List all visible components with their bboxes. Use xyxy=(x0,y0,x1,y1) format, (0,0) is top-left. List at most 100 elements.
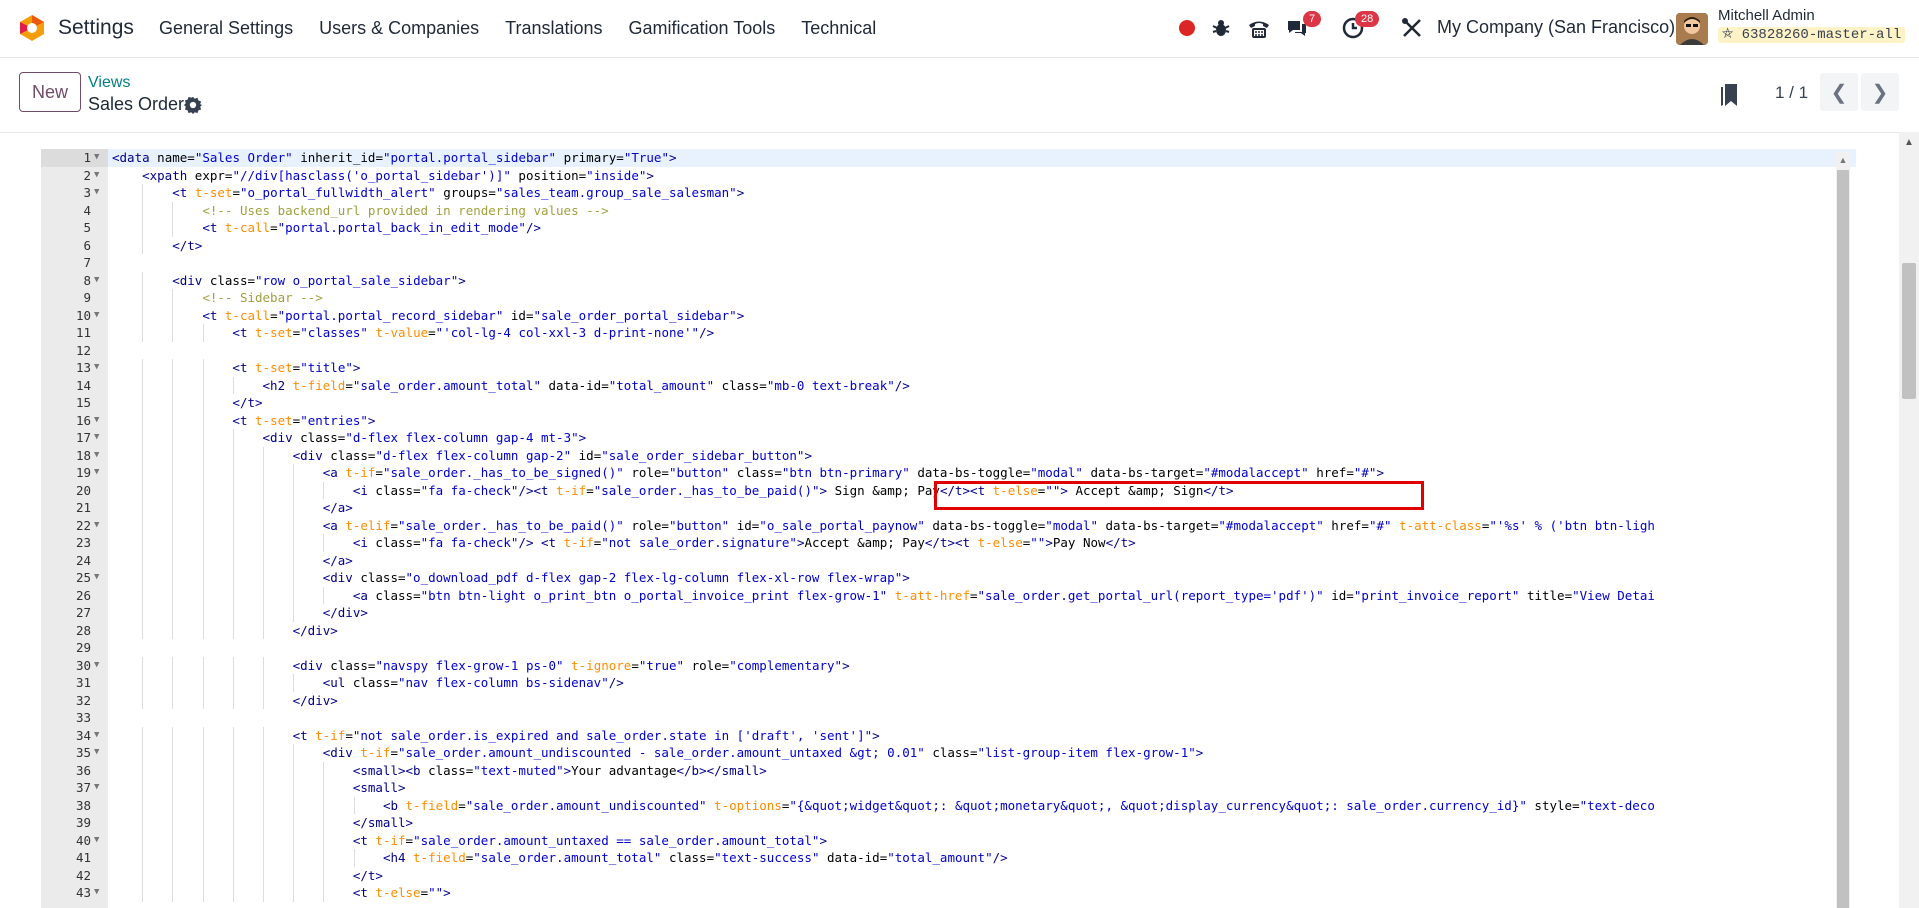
editor-scrollbar-thumb[interactable] xyxy=(1837,170,1849,908)
page-scrollbar[interactable] xyxy=(1899,132,1919,908)
code-line[interactable]: 9 <!-- Sidebar --> xyxy=(41,289,1856,307)
fold-toggle-icon[interactable]: ▼ xyxy=(94,184,99,202)
code-line[interactable]: 22 ▼ <a t-elif="sale_order._has_to_be_pai… xyxy=(41,516,1856,535)
fold-toggle-icon[interactable]: ▼ xyxy=(94,429,99,447)
recording-indicator-icon[interactable] xyxy=(1179,20,1195,36)
code-line[interactable]: 17 ▼ <div class="d-flex flex-column gap-4… xyxy=(41,429,1856,447)
code-text: <!-- Uses backend_url provided in render… xyxy=(202,202,609,218)
user-name[interactable]: Mitchell Admin xyxy=(1718,7,1815,24)
user-avatar[interactable] xyxy=(1676,13,1708,45)
page-scroll-up-icon[interactable]: ▲ xyxy=(1899,137,1919,151)
fold-toggle-icon[interactable]: ▼ xyxy=(94,517,99,535)
code-line[interactable]: 23 <i class="fa fa-check"/> <t t-if="not… xyxy=(41,534,1856,552)
fold-toggle-icon[interactable]: ▼ xyxy=(94,167,99,185)
code-line[interactable]: 13 ▼ <t t-set="title"> xyxy=(41,359,1856,377)
code-line[interactable]: 12 xyxy=(41,342,1856,360)
company-switcher[interactable]: My Company (San Francisco) xyxy=(1437,17,1675,38)
code-line[interactable]: 18 ▼ <div class="d-flex flex-column gap-2… xyxy=(41,446,1856,465)
phone-icon[interactable] xyxy=(1247,16,1271,40)
fold-toggle-icon[interactable]: ▼ xyxy=(94,447,99,465)
code-editor[interactable]: 1 ▼ <data name="Sales Order" inherit_id="p… xyxy=(41,149,1856,908)
menu-gamification-tools[interactable]: Gamification Tools xyxy=(629,18,776,39)
menu-users-companies[interactable]: Users & Companies xyxy=(319,18,479,39)
app-name[interactable]: Settings xyxy=(58,16,134,40)
code-line[interactable]: 11 <t t-set="classes" t-value="'col-lg-4… xyxy=(41,324,1856,342)
code-line[interactable]: 3 ▼ <t t-set="o_portal_fullwidth_alert" g… xyxy=(41,184,1856,202)
fold-toggle-icon[interactable]: ▼ xyxy=(94,307,99,325)
line-number: 7 xyxy=(83,255,91,270)
fold-toggle-icon[interactable]: ▼ xyxy=(94,359,99,377)
code-line[interactable]: 15 </t> xyxy=(41,394,1856,412)
code-line[interactable]: 26 <a class="btn btn-light o_print_btn o… xyxy=(41,586,1856,604)
code-line[interactable]: 29 xyxy=(41,639,1856,657)
code-line[interactable]: 28 </div> xyxy=(41,621,1856,639)
code-line[interactable]: 25 ▼ <div class="o_download_pdf d-flex ga… xyxy=(41,569,1856,587)
code-line[interactable]: 5 <t t-call="portal.portal_back_in_edit_… xyxy=(41,219,1856,237)
code-line[interactable]: 35 ▼ <div t-if="sale_order.amount_undisco… xyxy=(41,744,1856,762)
code-line[interactable]: 40 ▼ <t t-if="sale_order.amount_untaxed =… xyxy=(41,831,1856,850)
code-line[interactable]: 42 </t> xyxy=(41,866,1856,884)
menu-general-settings[interactable]: General Settings xyxy=(159,18,293,39)
line-number: 20 xyxy=(75,482,91,498)
tools-icon[interactable] xyxy=(1400,16,1424,40)
fold-toggle-icon[interactable]: ▼ xyxy=(94,727,99,745)
new-button[interactable]: New xyxy=(19,72,81,112)
line-number: 10 xyxy=(75,307,91,323)
fold-toggle-icon[interactable]: ▼ xyxy=(94,569,99,587)
fold-toggle-icon[interactable]: ▼ xyxy=(94,149,99,167)
line-number: 4 xyxy=(83,202,91,218)
line-number: 23 xyxy=(75,535,91,550)
code-line[interactable]: 39 </small> xyxy=(41,814,1856,832)
code-line[interactable]: 4 <!-- Uses backend_url provided in rend… xyxy=(41,201,1856,219)
code-line[interactable]: 14 <h2 t-field="sale_order.amount_total"… xyxy=(41,376,1856,394)
code-text: </div> xyxy=(292,692,338,708)
breadcrumb-views-link[interactable]: Views xyxy=(88,74,130,92)
code-line[interactable]: 37 ▼ <small> xyxy=(41,779,1856,797)
pager-value[interactable]: 1 / 1 xyxy=(1775,83,1808,103)
code-line[interactable]: 31 <ul class="nav flex-column bs-sidenav… xyxy=(41,674,1856,692)
fold-toggle-icon[interactable]: ▼ xyxy=(94,657,99,675)
code-line[interactable]: 19 ▼ <a t-if="sale_order._has_to_be_signe… xyxy=(41,464,1856,482)
fold-toggle-icon[interactable]: ▼ xyxy=(94,884,99,902)
code-line[interactable]: 32 </div> xyxy=(41,691,1856,709)
code-line[interactable]: 34 ▼ <t t-if="not sale_order.is_expired a… xyxy=(41,726,1856,745)
fold-toggle-icon[interactable]: ▼ xyxy=(94,412,99,430)
line-number: 13 xyxy=(75,360,91,375)
code-line[interactable]: 33 xyxy=(41,709,1856,727)
code-line[interactable]: 43 ▼ <t t-else=""> xyxy=(41,884,1856,902)
page-scrollbar-thumb[interactable] xyxy=(1902,263,1916,399)
gear-icon[interactable] xyxy=(184,96,202,114)
code-line[interactable]: 38 <b t-field="sale_order.amount_undisco… xyxy=(41,796,1856,814)
fold-toggle-icon[interactable]: ▼ xyxy=(94,779,99,797)
pager-next-button[interactable]: ❯ xyxy=(1861,73,1899,111)
line-number: 35 xyxy=(75,745,91,760)
fold-toggle-icon[interactable]: ▼ xyxy=(94,744,99,762)
pager-previous-button[interactable]: ❮ xyxy=(1820,73,1858,111)
code-text: </t> xyxy=(352,867,383,883)
fold-toggle-icon[interactable]: ▼ xyxy=(94,832,99,850)
code-line[interactable]: 2 ▼ <xpath expr="//div[hasclass('o_portal… xyxy=(41,167,1856,185)
code-text: <t t-set="classes" t-value="'col-lg-4 co… xyxy=(232,325,715,340)
code-line[interactable]: 1 ▼ <data name="Sales Order" inherit_id="p… xyxy=(41,149,1856,167)
code-line[interactable]: 27 </div> xyxy=(41,604,1856,622)
bookmark-icon[interactable] xyxy=(1719,82,1739,108)
menu-translations[interactable]: Translations xyxy=(505,18,602,39)
debug-bug-icon[interactable] xyxy=(1209,16,1233,40)
app-logo-icon[interactable] xyxy=(18,14,46,42)
code-content[interactable]: 1 ▼ <data name="Sales Order" inherit_id="p… xyxy=(41,149,1856,902)
control-panel: New Views Sales Order 1 / 1 ❮ ❯ xyxy=(0,58,1919,133)
code-line[interactable]: 8 ▼ <div class="row o_portal_sale_sidebar… xyxy=(41,271,1856,290)
code-line[interactable]: 41 <h4 t-field="sale_order.amount_total"… xyxy=(41,849,1856,867)
editor-scroll-up-icon[interactable]: ▲ xyxy=(1836,152,1850,168)
fold-toggle-icon[interactable]: ▼ xyxy=(94,272,99,290)
code-line[interactable]: 36 <small><b class="text-muted">Your adv… xyxy=(41,761,1856,779)
line-number: 38 xyxy=(75,797,91,813)
code-line[interactable]: 7 xyxy=(41,254,1856,272)
code-line[interactable]: 10 ▼ <t t-call="portal.portal_record_side… xyxy=(41,306,1856,325)
fold-toggle-icon[interactable]: ▼ xyxy=(94,464,99,482)
code-line[interactable]: 24 </a> xyxy=(41,551,1856,569)
code-line[interactable]: 16 ▼ <t t-set="entries"> xyxy=(41,411,1856,430)
menu-technical[interactable]: Technical xyxy=(801,18,876,39)
code-line[interactable]: 30 ▼ <div class="navspy flex-grow-1 ps-0"… xyxy=(41,656,1856,675)
code-line[interactable]: 6 </t> xyxy=(41,236,1856,254)
